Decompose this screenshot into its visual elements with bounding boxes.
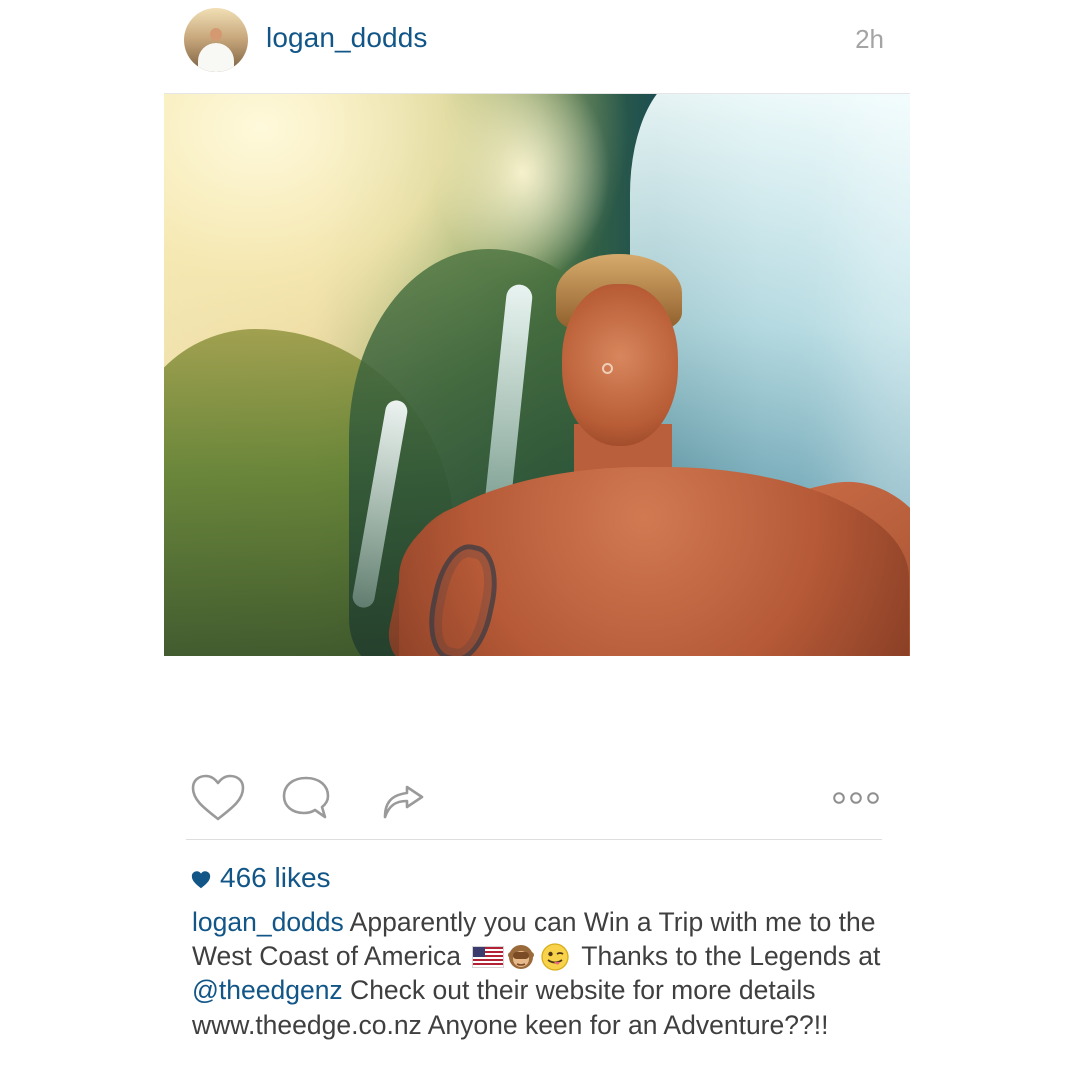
post-timestamp: 2h bbox=[855, 24, 884, 54]
post-actions bbox=[186, 770, 886, 830]
heart-outline-icon bbox=[191, 774, 245, 821]
more-options-button[interactable] bbox=[824, 770, 888, 826]
image-nose-ring bbox=[602, 363, 613, 374]
actions-divider bbox=[186, 839, 882, 840]
share-button[interactable] bbox=[370, 770, 434, 826]
comment-bubble-icon bbox=[282, 776, 330, 819]
like-button[interactable] bbox=[186, 770, 250, 826]
avatar-head bbox=[210, 28, 222, 41]
avatar[interactable] bbox=[184, 8, 248, 72]
likes-count-row[interactable]: 466 likes bbox=[190, 860, 331, 896]
more-options-icon bbox=[833, 792, 879, 804]
caption-text-part-2: Thanks to the Legends at bbox=[574, 941, 881, 972]
comment-button[interactable] bbox=[274, 770, 338, 826]
post-image[interactable] bbox=[164, 93, 910, 656]
share-arrow-icon bbox=[383, 785, 424, 819]
see-no-evil-monkey-emoji bbox=[508, 945, 535, 970]
avatar-shirt bbox=[198, 43, 234, 72]
post-header: logan_dodds 2h bbox=[184, 8, 886, 72]
heart-filled-icon bbox=[191, 871, 211, 889]
us-flag-emoji bbox=[472, 946, 505, 969]
post-caption: logan_dodds Apparently you can Win a Tri… bbox=[192, 905, 892, 1042]
caption-username[interactable]: logan_dodds bbox=[192, 907, 344, 937]
post-username[interactable]: logan_dodds bbox=[266, 22, 427, 54]
image-head bbox=[562, 284, 678, 446]
winking-face-with-tongue-emoji bbox=[541, 943, 570, 971]
likes-count: 466 likes bbox=[220, 862, 331, 893]
caption-mention[interactable]: @theedgenz bbox=[192, 975, 343, 1005]
